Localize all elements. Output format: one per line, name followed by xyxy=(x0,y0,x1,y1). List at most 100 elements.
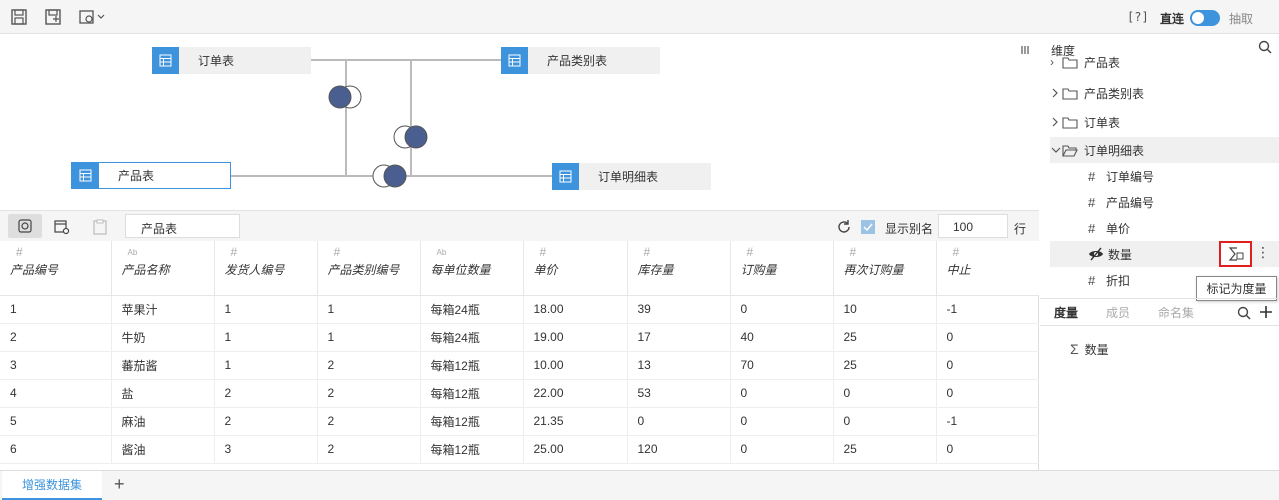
table-settings-icon[interactable] xyxy=(54,219,70,235)
table-cell[interactable]: 0 xyxy=(936,323,1039,352)
join-icon[interactable] xyxy=(372,164,408,188)
add-icon[interactable] xyxy=(1259,305,1273,319)
more-options-icon[interactable]: ⋮ xyxy=(1256,245,1270,259)
table-cell[interactable]: 6 xyxy=(0,435,112,464)
table-cell[interactable]: 每箱12瓶 xyxy=(420,407,524,436)
table-cell[interactable]: 麻油 xyxy=(111,407,215,436)
table-cell[interactable]: 2 xyxy=(0,323,112,352)
refresh-icon[interactable] xyxy=(836,219,852,235)
preview-button[interactable] xyxy=(8,214,42,238)
table-cell[interactable]: 每箱12瓶 xyxy=(420,435,524,464)
table-cell[interactable]: 每箱12瓶 xyxy=(420,351,524,380)
relation-canvas[interactable]: 订单表 产品类别表 产品表 订单明细表 xyxy=(0,34,1039,210)
table-cell[interactable]: 0 xyxy=(936,435,1039,464)
table-cell[interactable]: 13 xyxy=(627,351,731,380)
tree-folder-order[interactable]: 订单表 xyxy=(1050,109,1279,135)
table-cell[interactable]: 3 xyxy=(214,435,318,464)
table-cell[interactable]: 22.00 xyxy=(523,379,628,408)
save-as-icon[interactable] xyxy=(44,8,62,26)
tab-named-set[interactable]: 命名集 xyxy=(1144,304,1208,321)
table-cell[interactable]: 10.00 xyxy=(523,351,628,380)
tree-field-product-id[interactable]: # 产品编号 xyxy=(1088,189,1279,215)
tab-enhanced-dataset[interactable]: 增强数据集 xyxy=(2,471,102,500)
table-row[interactable]: 4 盐 2 2 每箱12瓶 22.00 53 0 0 0 xyxy=(0,379,1039,408)
table-cell[interactable]: 3 xyxy=(0,351,112,380)
table-cell[interactable]: 2 xyxy=(317,379,421,408)
column-header[interactable]: # 中止 xyxy=(936,241,1039,296)
table-cell[interactable]: 0 xyxy=(730,435,834,464)
table-cell[interactable]: 0 xyxy=(936,379,1039,408)
column-toggle-icon[interactable] xyxy=(1020,45,1030,55)
table-cell[interactable]: 2 xyxy=(317,351,421,380)
table-cell[interactable]: 蕃茄酱 xyxy=(111,351,215,380)
row-count-input[interactable]: 100 xyxy=(938,214,1008,238)
table-cell[interactable]: 25 xyxy=(833,435,937,464)
measure-item[interactable]: Σ 数量 xyxy=(1070,336,1279,362)
table-row[interactable]: 2 牛奶 1 1 每箱24瓶 19.00 17 40 25 0 xyxy=(0,323,1039,352)
table-cell[interactable]: 1 xyxy=(214,351,318,380)
table-row[interactable]: 6 酱油 3 2 每箱12瓶 25.00 120 0 25 0 xyxy=(0,435,1039,464)
table-cell[interactable]: 0 xyxy=(833,407,937,436)
join-icon[interactable] xyxy=(393,125,429,149)
tree-folder-order-detail[interactable]: 订单明细表 xyxy=(1050,137,1279,163)
table-cell[interactable]: 苹果汁 xyxy=(111,295,215,324)
table-cell[interactable]: 21.35 xyxy=(523,407,628,436)
tab-measure[interactable]: 度量 xyxy=(1040,304,1092,321)
table-node-order-detail[interactable]: 订单明细表 xyxy=(552,163,711,190)
table-cell[interactable]: 53 xyxy=(627,379,731,408)
table-cell[interactable]: 酱油 xyxy=(111,435,215,464)
column-header[interactable]: # 单价 xyxy=(523,241,628,296)
column-header[interactable]: # 产品类别编号 xyxy=(317,241,421,296)
column-header[interactable]: # 发货人编号 xyxy=(214,241,318,296)
table-cell[interactable]: 40 xyxy=(730,323,834,352)
table-cell[interactable]: 1 xyxy=(317,323,421,352)
table-cell[interactable]: 每箱12瓶 xyxy=(420,379,524,408)
search-icon[interactable] xyxy=(1237,306,1251,320)
table-cell[interactable]: 1 xyxy=(0,295,112,324)
table-cell[interactable]: 每箱24瓶 xyxy=(420,295,524,324)
settings-dropdown-icon[interactable] xyxy=(78,8,108,26)
column-header[interactable]: Ab 每单位数量 xyxy=(420,241,524,296)
table-row[interactable]: 5 麻油 2 2 每箱12瓶 21.35 0 0 0 -1 xyxy=(0,407,1039,436)
clipboard-icon[interactable] xyxy=(93,219,107,235)
table-cell[interactable]: 1 xyxy=(317,295,421,324)
column-header[interactable]: Ab 产品名称 xyxy=(111,241,215,296)
table-cell[interactable]: 10 xyxy=(833,295,937,324)
table-cell[interactable]: 2 xyxy=(317,435,421,464)
add-tab-button[interactable]: + xyxy=(114,474,125,495)
column-header[interactable]: # 再次订购量 xyxy=(833,241,937,296)
mode-toggle[interactable] xyxy=(1190,10,1220,26)
table-name-field[interactable]: 产品表 xyxy=(125,214,240,238)
table-cell[interactable]: 0 xyxy=(730,407,834,436)
table-cell[interactable]: 19.00 xyxy=(523,323,628,352)
table-cell[interactable]: 4 xyxy=(0,379,112,408)
table-cell[interactable]: 盐 xyxy=(111,379,215,408)
table-cell[interactable]: 1 xyxy=(214,295,318,324)
table-cell[interactable]: 25 xyxy=(833,323,937,352)
table-cell[interactable]: 0 xyxy=(936,351,1039,380)
table-cell[interactable]: 70 xyxy=(730,351,834,380)
table-cell[interactable]: 1 xyxy=(214,323,318,352)
column-header[interactable]: # 库存量 xyxy=(627,241,731,296)
tab-member[interactable]: 成员 xyxy=(1092,304,1144,321)
table-cell[interactable]: 0 xyxy=(730,295,834,324)
table-cell[interactable]: 每箱24瓶 xyxy=(420,323,524,352)
data-grid[interactable]: # 产品编号 Ab 产品名称 # 发货人编号 # 产品类别编号 Ab 每单位数量 # 单价 # 库存量 # 订… xyxy=(0,241,1039,470)
show-alias-checkbox[interactable] xyxy=(861,220,875,234)
table-cell[interactable]: 17 xyxy=(627,323,731,352)
table-row[interactable]: 3 蕃茄酱 1 2 每箱12瓶 10.00 13 70 25 0 xyxy=(0,351,1039,380)
table-cell[interactable]: -1 xyxy=(936,295,1039,324)
table-node-order[interactable]: 订单表 xyxy=(152,47,311,74)
table-cell[interactable]: 39 xyxy=(627,295,731,324)
table-cell[interactable]: 2 xyxy=(317,407,421,436)
table-cell[interactable]: 0 xyxy=(627,407,731,436)
table-cell[interactable]: 0 xyxy=(833,379,937,408)
table-row[interactable]: 1 苹果汁 1 1 每箱24瓶 18.00 39 0 10 -1 xyxy=(0,295,1039,324)
table-cell[interactable]: 25.00 xyxy=(523,435,628,464)
search-icon[interactable] xyxy=(1258,40,1272,54)
column-header[interactable]: # 产品编号 xyxy=(0,241,112,296)
help-button[interactable]: [?] xyxy=(1127,10,1149,24)
tree-field-order-id[interactable]: # 订单编号 xyxy=(1088,163,1279,189)
table-node-category[interactable]: 产品类别表 xyxy=(501,47,660,74)
table-cell[interactable]: 2 xyxy=(214,379,318,408)
